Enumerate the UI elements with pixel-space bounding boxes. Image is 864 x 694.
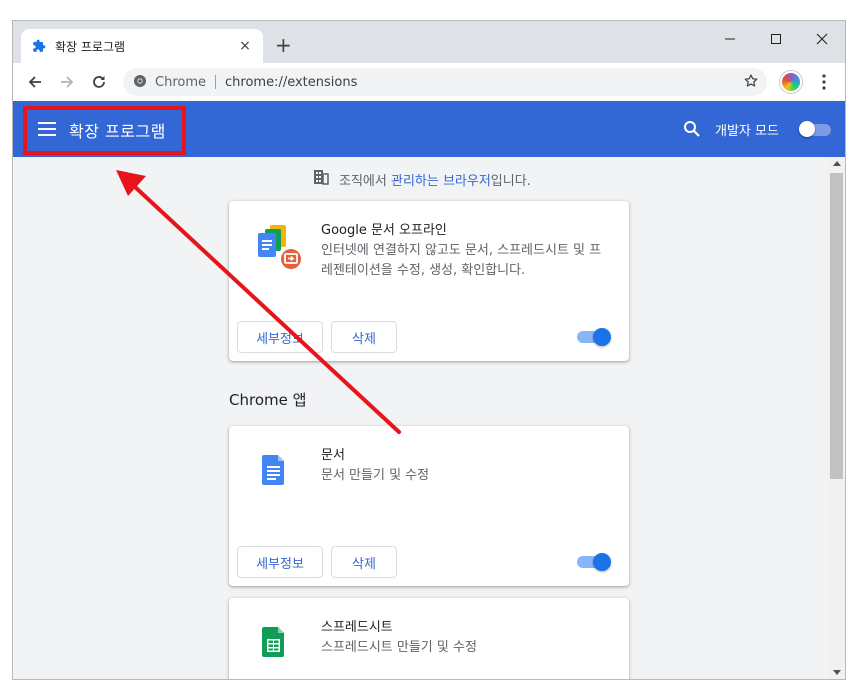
extension-description: 인터넷에 연결하지 않고도 문서, 스프레드시트 및 프레젠테이션을 수정, 생… bbox=[321, 243, 602, 278]
app-description: 스프레드시트 만들기 및 수정 bbox=[321, 640, 477, 655]
extension-card: Google 문서 오프라인 인터넷에 연결하지 않고도 문서, 스프레드시트 … bbox=[229, 201, 629, 361]
address-bar[interactable]: Chrome chrome://extensions bbox=[123, 68, 767, 96]
chrome-apps-section-title: Chrome 앱 bbox=[229, 391, 307, 409]
app-name: 문서 bbox=[321, 448, 345, 463]
forward-button[interactable] bbox=[57, 72, 77, 92]
app-description: 문서 만들기 및 수정 bbox=[321, 468, 430, 483]
reload-button[interactable] bbox=[89, 72, 109, 92]
details-button[interactable]: 세부정보 bbox=[237, 321, 323, 353]
minimize-button[interactable] bbox=[707, 25, 753, 53]
tab-strip: 확장 프로그램 × + bbox=[13, 21, 845, 63]
scrollbar[interactable] bbox=[827, 157, 845, 679]
close-window-button[interactable] bbox=[799, 25, 845, 53]
remove-button[interactable]: 삭제 bbox=[331, 546, 397, 578]
browser-toolbar: Chrome chrome://extensions bbox=[13, 63, 845, 101]
dev-mode-label: 개발자 모드 bbox=[715, 124, 779, 139]
scrollbar-thumb[interactable] bbox=[830, 173, 843, 479]
chrome-icon bbox=[133, 73, 147, 92]
google-docs-icon bbox=[253, 448, 303, 498]
new-tab-button[interactable]: + bbox=[275, 35, 292, 55]
extensions-header: 확장 프로그램 개발자 모드 bbox=[13, 101, 845, 157]
details-button[interactable]: 세부정보 bbox=[237, 546, 323, 578]
browser-window: 확장 프로그램 × + Chrome chrome://extensions 확… bbox=[12, 20, 846, 680]
app-card: 스프레드시트 스프레드시트 만들기 및 수정 bbox=[229, 598, 629, 679]
google-sheets-icon bbox=[253, 620, 303, 670]
omnibox-separator bbox=[215, 75, 216, 89]
omnibox-url: chrome://extensions bbox=[225, 74, 358, 90]
building-icon bbox=[313, 169, 329, 189]
docs-offline-icon bbox=[253, 223, 303, 273]
highlight-box bbox=[23, 106, 186, 155]
extension-enable-toggle[interactable] bbox=[577, 328, 611, 346]
managed-link[interactable]: 관리하는 브라우저 bbox=[391, 170, 491, 189]
app-card: 문서 문서 만들기 및 수정 세부정보 삭제 bbox=[229, 426, 629, 586]
managed-suffix: 입니다. bbox=[490, 173, 531, 189]
scroll-down-arrow-icon[interactable] bbox=[833, 670, 841, 675]
managed-notice: 조직에서 관리하는 브라우저 입니다. bbox=[313, 169, 531, 189]
omnibox-site: Chrome bbox=[155, 74, 206, 90]
extension-name: Google 문서 오프라인 bbox=[321, 223, 447, 238]
scroll-up-arrow-icon[interactable] bbox=[833, 161, 841, 166]
profile-avatar[interactable] bbox=[780, 71, 802, 93]
tab-close-icon[interactable]: × bbox=[237, 38, 253, 54]
back-button[interactable] bbox=[25, 72, 45, 92]
app-name: 스프레드시트 bbox=[321, 620, 393, 635]
maximize-button[interactable] bbox=[753, 25, 799, 53]
bookmark-star-icon[interactable] bbox=[743, 73, 759, 93]
managed-prefix: 조직에서 bbox=[339, 173, 387, 189]
remove-button[interactable]: 삭제 bbox=[331, 321, 397, 353]
puzzle-icon bbox=[31, 38, 47, 54]
dev-mode-toggle[interactable] bbox=[799, 121, 831, 137]
main-content: 조직에서 관리하는 브라우저 입니다. Google 문서 오프라인 인터넷에 연 bbox=[13, 157, 827, 679]
tab-title: 확장 프로그램 bbox=[55, 39, 126, 54]
tab-extensions[interactable]: 확장 프로그램 × bbox=[21, 29, 263, 63]
search-icon[interactable] bbox=[683, 120, 701, 142]
app-enable-toggle[interactable] bbox=[577, 553, 611, 571]
chrome-menu-icon[interactable] bbox=[817, 73, 831, 91]
